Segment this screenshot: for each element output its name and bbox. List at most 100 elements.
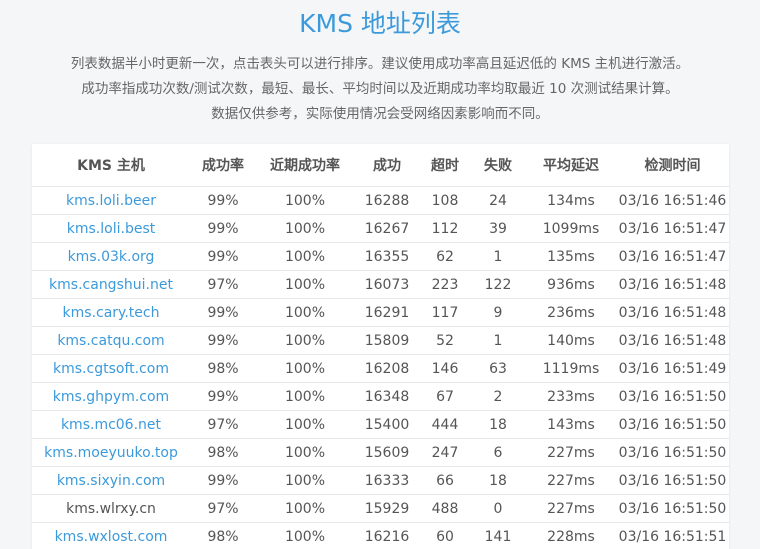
- cell-timeout: 146: [420, 354, 470, 383]
- host-link[interactable]: kms.sixyin.com: [57, 473, 165, 489]
- cell-check-time: 03/16 16:51:50: [616, 382, 729, 411]
- column-header-fail[interactable]: 失败: [470, 144, 526, 187]
- cell-latency: 1099ms: [526, 214, 616, 243]
- cell-host: kms.loli.best: [32, 214, 190, 243]
- host-link[interactable]: kms.mc06.net: [61, 417, 161, 433]
- column-header-host[interactable]: KMS 主机: [32, 144, 190, 187]
- cell-timeout: 112: [420, 214, 470, 243]
- cell-success: 16208: [354, 354, 420, 383]
- cell-fail: 9: [470, 298, 526, 327]
- description-line: 数据仅供参考，实际使用情况会受网络因素影响而不同。: [211, 106, 549, 122]
- cell-timeout: 62: [420, 242, 470, 271]
- table-row: kms.catqu.com 99% 100% 15809 52 1 140ms 03/16 1…: [32, 326, 729, 355]
- kms-table-container: KMS 主机 成功率 近期成功率 成功 超时 失败 平均延迟 检测时间 kms.…: [32, 144, 729, 549]
- cell-rate: 99%: [190, 326, 256, 355]
- host-link[interactable]: kms.catqu.com: [57, 333, 164, 349]
- column-header-timeout[interactable]: 超时: [420, 144, 470, 187]
- cell-recent-rate: 100%: [256, 410, 354, 439]
- page: KMS 地址列表 列表数据半小时更新一次，点击表头可以进行排序。建议使用成功率高…: [0, 0, 760, 549]
- cell-recent-rate: 100%: [256, 466, 354, 495]
- cell-success: 16355: [354, 242, 420, 271]
- table-row: kms.loli.best 99% 100% 16267 112 39 1099ms 03/1…: [32, 214, 729, 243]
- cell-latency: 227ms: [526, 438, 616, 467]
- cell-success: 15929: [354, 494, 420, 523]
- cell-recent-rate: 100%: [256, 382, 354, 411]
- page-description: 列表数据半小时更新一次，点击表头可以进行排序。建议使用成功率高且延迟低的 KMS…: [0, 52, 760, 127]
- cell-rate: 98%: [190, 438, 256, 467]
- column-header-success[interactable]: 成功: [354, 144, 420, 187]
- cell-check-time: 03/16 16:51:46: [616, 186, 729, 215]
- cell-host: kms.cangshui.net: [32, 270, 190, 299]
- cell-success: 16291: [354, 298, 420, 327]
- cell-fail: 6: [470, 438, 526, 467]
- cell-success: 16073: [354, 270, 420, 299]
- cell-fail: 1: [470, 242, 526, 271]
- cell-fail: 24: [470, 186, 526, 215]
- cell-check-time: 03/16 16:51:47: [616, 214, 729, 243]
- cell-rate: 99%: [190, 466, 256, 495]
- column-header-latency[interactable]: 平均延迟: [526, 144, 616, 187]
- column-header-rate[interactable]: 成功率: [190, 144, 256, 187]
- cell-success: 16348: [354, 382, 420, 411]
- cell-latency: 135ms: [526, 242, 616, 271]
- cell-timeout: 66: [420, 466, 470, 495]
- cell-timeout: 67: [420, 382, 470, 411]
- cell-check-time: 03/16 16:51:50: [616, 410, 729, 439]
- host-link[interactable]: kms.moeyuuko.top: [44, 445, 178, 461]
- table-header-row: KMS 主机 成功率 近期成功率 成功 超时 失败 平均延迟 检测时间: [32, 144, 729, 187]
- cell-recent-rate: 100%: [256, 522, 354, 549]
- cell-host: kms.mc06.net: [32, 410, 190, 439]
- cell-host: kms.sixyin.com: [32, 466, 190, 495]
- cell-host: kms.catqu.com: [32, 326, 190, 355]
- cell-host: kms.cary.tech: [32, 298, 190, 327]
- cell-success: 16267: [354, 214, 420, 243]
- host-link[interactable]: kms.03k.org: [68, 249, 155, 265]
- table-row: kms.wlrxy.cn 97% 100% 15929 488 0 227ms 03/16 1…: [32, 494, 729, 523]
- cell-success: 16216: [354, 522, 420, 549]
- table-row: kms.ghpym.com 99% 100% 16348 67 2 233ms 03/16 1…: [32, 382, 729, 411]
- column-header-check-time[interactable]: 检测时间: [616, 144, 729, 187]
- table-row: kms.cary.tech 99% 100% 16291 117 9 236ms 03/16 …: [32, 298, 729, 327]
- cell-success: 15809: [354, 326, 420, 355]
- cell-rate: 99%: [190, 214, 256, 243]
- cell-latency: 228ms: [526, 522, 616, 549]
- cell-fail: 39: [470, 214, 526, 243]
- table-row: kms.loli.beer 99% 100% 16288 108 24 134ms 03/16…: [32, 186, 729, 215]
- column-header-recent-rate[interactable]: 近期成功率: [256, 144, 354, 187]
- host-link[interactable]: kms.cangshui.net: [49, 277, 173, 293]
- cell-timeout: 52: [420, 326, 470, 355]
- host-link[interactable]: kms.cary.tech: [63, 305, 160, 321]
- cell-rate: 99%: [190, 382, 256, 411]
- page-title: KMS 地址列表: [299, 9, 461, 38]
- host-link[interactable]: kms.cgtsoft.com: [53, 361, 169, 377]
- cell-rate: 99%: [190, 242, 256, 271]
- cell-latency: 236ms: [526, 298, 616, 327]
- cell-check-time: 03/16 16:51:51: [616, 522, 729, 549]
- cell-rate: 98%: [190, 522, 256, 549]
- table-row: kms.sixyin.com 99% 100% 16333 66 18 227ms 03/16…: [32, 466, 729, 495]
- cell-success: 15400: [354, 410, 420, 439]
- host-link[interactable]: kms.wxlost.com: [55, 529, 168, 545]
- cell-fail: 141: [470, 522, 526, 549]
- cell-check-time: 03/16 16:51:50: [616, 494, 729, 523]
- cell-rate: 97%: [190, 494, 256, 523]
- host-link[interactable]: kms.ghpym.com: [53, 389, 169, 405]
- cell-rate: 98%: [190, 354, 256, 383]
- cell-fail: 122: [470, 270, 526, 299]
- host-link[interactable]: kms.loli.best: [67, 221, 155, 237]
- cell-check-time: 03/16 16:51:49: [616, 354, 729, 383]
- cell-timeout: 223: [420, 270, 470, 299]
- cell-timeout: 108: [420, 186, 470, 215]
- host-text: kms.wlrxy.cn: [66, 500, 156, 517]
- cell-check-time: 03/16 16:51:50: [616, 438, 729, 467]
- kms-table: KMS 主机 成功率 近期成功率 成功 超时 失败 平均延迟 检测时间 kms.…: [32, 144, 729, 549]
- cell-success: 16288: [354, 186, 420, 215]
- cell-latency: 233ms: [526, 382, 616, 411]
- host-link[interactable]: kms.loli.beer: [66, 193, 156, 209]
- cell-host: kms.loli.beer: [32, 186, 190, 215]
- cell-success: 15609: [354, 438, 420, 467]
- cell-recent-rate: 100%: [256, 298, 354, 327]
- cell-recent-rate: 100%: [256, 186, 354, 215]
- cell-fail: 2: [470, 382, 526, 411]
- cell-host: kms.wlrxy.cn: [32, 494, 190, 523]
